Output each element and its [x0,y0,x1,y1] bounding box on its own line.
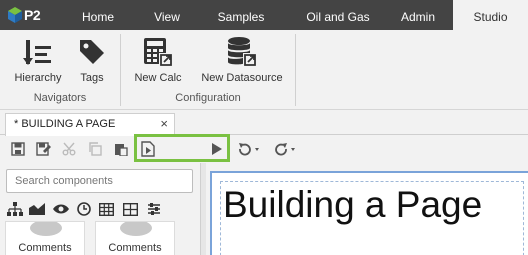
document-tab[interactable]: * BUILDING A PAGE × [5,113,175,136]
tags-button[interactable]: Tags [72,34,112,84]
hierarchy-button-label: Hierarchy [14,72,62,84]
nav-tab-view[interactable]: View [136,0,198,30]
cut-icon[interactable] [60,140,78,158]
nav-tab-home[interactable]: Home [66,0,130,30]
logo-icon [8,7,22,23]
redo-icon[interactable] [272,140,300,158]
nav-tab-studio[interactable]: Studio [453,0,528,30]
app-window: P2 Home View Samples Oil and Gas Admin S… [0,0,528,255]
component-label: Comments [108,242,162,254]
copy-icon[interactable] [86,140,104,158]
page-title[interactable]: Building a Page [223,184,482,226]
nav-tab-samples[interactable]: Samples [204,0,278,30]
tag-icon [80,40,104,64]
ribbon-group-configuration: New Calc New Datasource Configuration [121,30,295,110]
save-icon[interactable] [9,140,27,158]
editor-toolbar [0,136,528,162]
ribbon-group-label-configuration: Configuration [175,92,241,104]
component-comments[interactable]: Comments [5,221,85,255]
clock-icon[interactable] [75,200,93,218]
nav-tab-oil-and-gas[interactable]: Oil and Gas [290,0,386,30]
paste-icon[interactable] [112,140,130,158]
top-nav-bar: P2 Home View Samples Oil and Gas Admin S… [0,0,528,30]
close-icon[interactable]: × [160,116,168,131]
component-comments[interactable]: Comments [95,221,175,255]
p2-logo[interactable]: P2 [8,5,41,25]
grid-icon[interactable] [121,200,139,218]
nav-tab-admin[interactable]: Admin [390,0,446,30]
new-calc-button[interactable]: New Calc [131,34,185,84]
components-panel: Comments Comments [0,163,200,255]
save-as-icon[interactable] [35,140,53,158]
component-label: Comments [18,242,72,254]
highlight-box [134,134,230,162]
canvas-area: Building a Page [206,163,528,255]
hierarchy-icon[interactable] [6,200,24,218]
ribbon-divider [295,34,296,106]
comment-icon [30,222,62,236]
new-datasource-button-label: New Datasource [201,72,283,84]
hierarchy-icon [23,40,51,65]
tags-button-label: Tags [80,72,104,84]
new-datasource-button[interactable]: New Datasource [197,34,287,84]
ribbon-group-navigators: Hierarchy Tags Navigators [0,30,120,110]
hierarchy-button[interactable]: Hierarchy [12,34,64,84]
sliders-icon[interactable] [145,200,163,218]
ribbon: Hierarchy Tags Navigators New Calc New D… [0,30,528,110]
undo-icon[interactable] [236,140,264,158]
table-icon[interactable] [97,200,115,218]
database-icon [228,37,257,67]
logo-text: P2 [24,7,41,23]
eye-icon[interactable] [52,200,70,218]
area-chart-icon[interactable] [28,200,46,218]
page-component-container[interactable]: Building a Page [220,181,524,255]
calculator-icon [144,38,173,67]
document-tab-strip: * BUILDING A PAGE × [0,111,528,136]
page-canvas[interactable]: Building a Page [210,171,528,255]
ribbon-group-label-navigators: Navigators [33,92,87,104]
new-calc-button-label: New Calc [134,72,182,84]
search-components-input[interactable] [6,169,193,193]
document-tab-label: * BUILDING A PAGE [14,118,116,130]
comment-icon [120,222,152,236]
